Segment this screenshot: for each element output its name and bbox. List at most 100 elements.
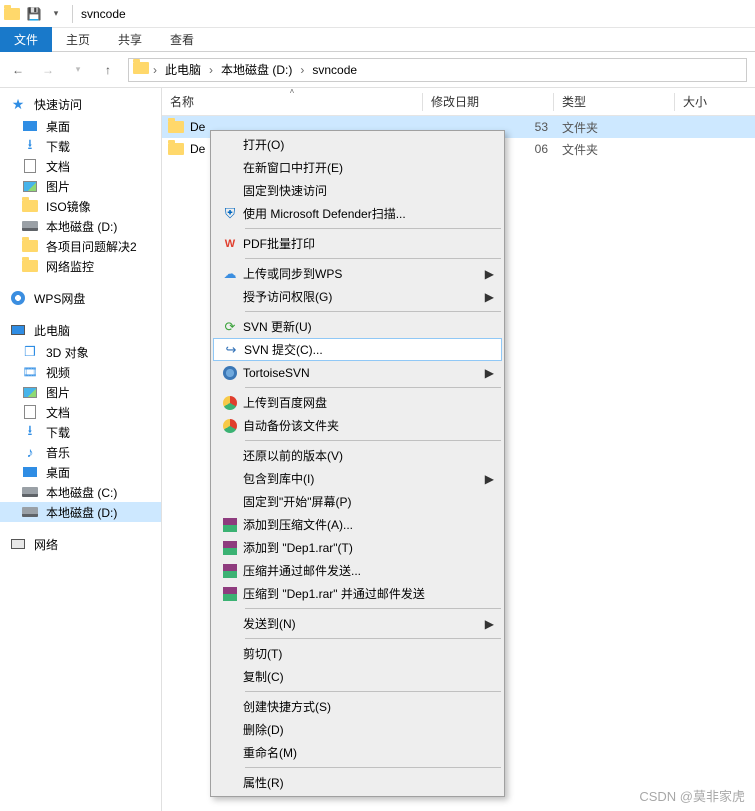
context-menu-item[interactable]: 发送到(N)▶	[213, 612, 502, 635]
context-menu-item[interactable]: 复制(C)	[213, 665, 502, 688]
col-size[interactable]: 大小	[675, 89, 755, 114]
context-menu-item[interactable]: 重命名(M)	[213, 741, 502, 764]
folder-icon	[133, 62, 149, 77]
sidebar-item-pictures[interactable]: 图片	[0, 382, 161, 402]
context-menu-item[interactable]: 创建快捷方式(S)	[213, 695, 502, 718]
sidebar-network[interactable]: 网络	[0, 534, 161, 554]
chevron-right-icon[interactable]: ›	[153, 63, 157, 77]
sidebar-item-label: 桌面	[46, 118, 70, 135]
col-name[interactable]: 名称˄	[162, 89, 422, 114]
sidebar-quick-access[interactable]: ★快速访问	[0, 94, 161, 114]
sidebar-wps[interactable]: WPS网盘	[0, 288, 161, 308]
context-menu-item[interactable]: ☁上传或同步到WPS▶	[213, 262, 502, 285]
context-menu-item[interactable]: 压缩并通过邮件发送...	[213, 559, 502, 582]
sidebar-item-drive-c[interactable]: 本地磁盘 (C:)	[0, 482, 161, 502]
chevron-right-icon[interactable]: ›	[209, 63, 213, 77]
sidebar-item-desktop[interactable]: 桌面	[0, 462, 161, 482]
context-menu-item[interactable]: ⟳SVN 更新(U)	[213, 315, 502, 338]
menu-separator	[245, 387, 501, 388]
tab-home[interactable]: 主页	[52, 27, 104, 52]
rar-icon	[217, 587, 243, 601]
sidebar-item-documents[interactable]: 文档	[0, 402, 161, 422]
context-menu-item[interactable]: 授予访问权限(G)▶	[213, 285, 502, 308]
menu-item-label: TortoiseSVN	[243, 366, 476, 380]
sidebar-item-label: 图片	[46, 178, 70, 195]
svn-green-icon: ⟳	[217, 319, 243, 335]
tab-file[interactable]: 文件	[0, 27, 52, 52]
context-menu-item[interactable]: 包含到库中(I)▶	[213, 467, 502, 490]
sidebar-item-label: 此电脑	[34, 322, 70, 339]
sidebar-item-documents[interactable]: 文档	[0, 156, 161, 176]
sidebar-group-wps: WPS网盘	[0, 288, 161, 308]
navbar: ← → ▾ ↑ › 此电脑 › 本地磁盘 (D:) › svncode	[0, 52, 755, 88]
menu-separator	[245, 311, 501, 312]
menu-item-label: 固定到"开始"屏幕(P)	[243, 493, 476, 510]
menu-separator	[245, 638, 501, 639]
sidebar-item-pictures[interactable]: 图片	[0, 176, 161, 196]
watermark: CSDN @莫非家虎	[639, 786, 745, 805]
sidebar-item-projects[interactable]: 各项目问题解决2	[0, 236, 161, 256]
window-titlebar: 💾 ▾ svncode	[0, 0, 755, 28]
menu-item-label: 固定到快速访问	[243, 182, 476, 199]
context-menu-item[interactable]: 添加到压缩文件(A)...	[213, 513, 502, 536]
tab-share[interactable]: 共享	[104, 27, 156, 52]
menu-item-label: 上传或同步到WPS	[243, 265, 476, 282]
sidebar-item-videos[interactable]: 🎞视频	[0, 362, 161, 382]
sidebar-item-drive-d[interactable]: 本地磁盘 (D:)	[0, 216, 161, 236]
context-menu-item[interactable]: 自动备份该文件夹	[213, 414, 502, 437]
context-menu-item[interactable]: 还原以前的版本(V)	[213, 444, 502, 467]
nav-back-button[interactable]: ←	[8, 60, 28, 80]
context-menu-item[interactable]: ↪SVN 提交(C)...	[213, 338, 502, 361]
rar-icon	[217, 541, 243, 555]
sidebar-item-drive-d[interactable]: 本地磁盘 (D:)	[0, 502, 161, 522]
menu-separator	[245, 767, 501, 768]
chevron-right-icon: ▶	[485, 267, 494, 281]
sidebar-item-desktop[interactable]: 桌面	[0, 116, 161, 136]
context-menu-item[interactable]: WPDF批量打印	[213, 232, 502, 255]
column-headers: 名称˄ 修改日期 类型 大小	[162, 88, 755, 116]
tab-view[interactable]: 查看	[156, 27, 208, 52]
sidebar-item-downloads[interactable]: ⭳下载	[0, 136, 161, 156]
file-type: 文件夹	[562, 119, 682, 136]
nav-forward-button[interactable]: →	[38, 60, 58, 80]
crumb-drive[interactable]: 本地磁盘 (D:)	[217, 61, 296, 78]
menu-item-label: 删除(D)	[243, 721, 476, 738]
sidebar-group-quick: ★快速访问 桌面 ⭳下载 文档 图片 ISO镜像 本地磁盘 (D:) 各项目问题…	[0, 94, 161, 276]
dropdown-icon[interactable]: ▾	[48, 6, 64, 22]
sidebar-item-netmon[interactable]: 网络监控	[0, 256, 161, 276]
save-icon[interactable]: 💾	[26, 6, 42, 22]
sidebar-item-label: 本地磁盘 (D:)	[46, 504, 117, 521]
col-modified[interactable]: 修改日期	[423, 89, 553, 114]
breadcrumb[interactable]: › 此电脑 › 本地磁盘 (D:) › svncode	[128, 58, 747, 82]
crumb-pc[interactable]: 此电脑	[161, 61, 205, 78]
context-menu: 打开(O)在新窗口中打开(E) 固定到快速访问 ⛨使用 Microsoft Defe…	[210, 130, 505, 797]
menu-item-label: 自动备份该文件夹	[243, 417, 476, 434]
context-menu-item[interactable]: 属性(R)	[213, 771, 502, 794]
context-menu-item[interactable]: 在新窗口中打开(E)	[213, 156, 502, 179]
context-menu-item[interactable]: 固定到"开始"屏幕(P)	[213, 490, 502, 513]
context-menu-item[interactable]: 固定到快速访问	[213, 179, 502, 202]
context-menu-item[interactable]: 打开(O)	[213, 133, 502, 156]
nav-up-button[interactable]: ↑	[98, 60, 118, 80]
file-type: 文件夹	[562, 141, 682, 158]
crumb-folder[interactable]: svncode	[308, 63, 361, 77]
context-menu-item[interactable]: 压缩到 "Dep1.rar" 并通过邮件发送	[213, 582, 502, 605]
context-menu-item[interactable]: 删除(D)	[213, 718, 502, 741]
window-title: svncode	[81, 7, 126, 21]
sidebar-item-downloads[interactable]: ⭳下载	[0, 422, 161, 442]
nav-history-dropdown[interactable]: ▾	[68, 60, 88, 80]
context-menu-item[interactable]: 上传到百度网盘	[213, 391, 502, 414]
chevron-right-icon[interactable]: ›	[300, 63, 304, 77]
context-menu-item[interactable]: ⛨使用 Microsoft Defender扫描...	[213, 202, 502, 225]
sidebar-item-music[interactable]: ♪音乐	[0, 442, 161, 462]
shield-icon: ⛨	[217, 205, 243, 222]
context-menu-item[interactable]: 添加到 "Dep1.rar"(T)	[213, 536, 502, 559]
sidebar-thispc[interactable]: 此电脑	[0, 320, 161, 340]
menu-item-label: PDF批量打印	[243, 235, 476, 252]
sidebar-item-iso[interactable]: ISO镜像	[0, 196, 161, 216]
col-type[interactable]: 类型	[554, 89, 674, 114]
context-menu-item[interactable]: 剪切(T)	[213, 642, 502, 665]
sidebar-item-3d[interactable]: ❒3D 对象	[0, 342, 161, 362]
wpspdf-icon: W	[217, 238, 243, 250]
context-menu-item[interactable]: TortoiseSVN▶	[213, 361, 502, 384]
